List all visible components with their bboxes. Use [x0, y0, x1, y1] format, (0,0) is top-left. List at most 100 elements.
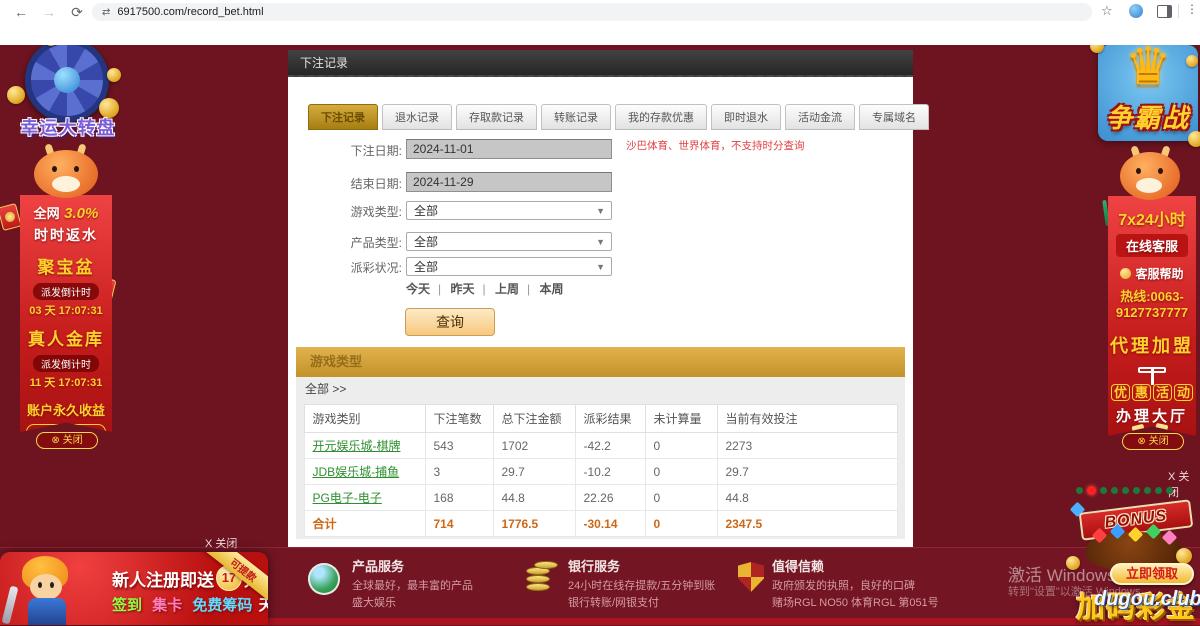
dot[interactable] [1100, 487, 1107, 494]
right-promo-banner[interactable]: 7x24小时 在线客服 客服帮助 热线:0063- 9127737777 代理加… [1108, 196, 1196, 436]
dot[interactable] [1122, 487, 1129, 494]
perk-checkin: 签到 [112, 597, 142, 614]
footer-title: 银行服务 [568, 556, 715, 575]
wheel-hub-icon [54, 67, 80, 93]
dot[interactable] [1133, 487, 1140, 494]
browser-menu-icon[interactable]: ⋮ [1186, 2, 1198, 16]
cell: 0 [645, 433, 717, 459]
game-link[interactable]: 开元娱乐城-棋牌 [313, 439, 401, 453]
tab-exclusive-domain[interactable]: 专属域名 [859, 104, 929, 130]
bet-record-panel: 下注记录 下注记录 退水记录 存取款记录 转账记录 我的存款优惠 即时退水 活动… [288, 50, 913, 547]
crown-icon: ♛ [1098, 37, 1198, 97]
toolbar-divider [1178, 4, 1179, 18]
cell: 29.7 [717, 459, 897, 485]
url-text: 6917500.com/record_bet.html [117, 6, 263, 18]
red-envelope-icon [46, 501, 86, 503]
table-row: JDB娱乐城-捕鱼 3 29.7 -10.2 0 29.7 [304, 459, 897, 485]
agent-join-label: 代理加盟 [1110, 332, 1194, 358]
tab-bet-records[interactable]: 下注记录 [308, 104, 378, 130]
extension-globe-icon[interactable] [1129, 4, 1143, 18]
table-header-row: 游戏类别 下注笔数 总下注金额 派彩结果 未计算量 当前有效投注 [304, 405, 897, 433]
claim-button[interactable]: 立即领取 [1110, 563, 1194, 585]
footer-line: 赌场RGL NO50 体育RGL 第051号 [772, 595, 939, 612]
end-date-label: 结束日期: [328, 175, 402, 192]
dot[interactable] [1111, 487, 1118, 494]
game-type-label: 游戏类型: [328, 203, 402, 220]
filter-all-link[interactable]: 全部 >> [305, 382, 346, 396]
url-bar[interactable]: ⇄ 6917500.com/record_bet.html [92, 3, 1092, 21]
red-envelope-icon [0, 203, 22, 231]
globe-icon [308, 563, 340, 595]
countdown-timer: 03 天 17:07:31 [29, 302, 102, 318]
promo-activity-label: 优惠活动 [1110, 382, 1194, 402]
site-info-icon[interactable]: ⇄ [102, 7, 110, 18]
left-promo-banner[interactable]: 全网 3.0% 时时返水 聚宝盆 派发倒计时 03 天 17:07:31 真人金… [20, 195, 112, 432]
left-banner-close-button[interactable]: ⊗ 关闭 [36, 432, 98, 449]
rebate-anytime-label: 时时返水 [34, 225, 98, 245]
col-bet-count: 下注笔数 [425, 405, 493, 433]
countdown-label: 派发倒计时 [33, 355, 99, 372]
game-link[interactable]: JDB娱乐城-捕鱼 [313, 465, 400, 479]
sports-note: 沙巴体育、世界体育，不支持时分查询 [626, 138, 805, 153]
bottom-left-close-button[interactable]: X 关闭 [205, 535, 237, 551]
dot[interactable] [1155, 487, 1162, 494]
dragon-mascot [28, 148, 106, 200]
hotline-label: 热线:0063- [1120, 286, 1184, 305]
footer-title: 产品服务 [352, 556, 473, 575]
quick-link-today[interactable]: 今天 [406, 282, 441, 296]
dot[interactable] [1144, 487, 1151, 494]
quick-link-yesterday[interactable]: 昨天 [450, 282, 485, 296]
cell: 168 [425, 485, 493, 511]
coins-icon [526, 561, 552, 595]
dot-active[interactable] [1087, 486, 1096, 495]
footer-col-products: 产品服务 全球最好，最丰富的产品 盛大娱乐 [352, 556, 473, 612]
right-banner-close-button[interactable]: ⊗ 关闭 [1122, 433, 1184, 450]
carousel-dots[interactable] [1076, 486, 1173, 495]
game-link[interactable]: PG电子-电子 [313, 491, 382, 505]
tab-transfer-records[interactable]: 转账记录 [541, 104, 611, 130]
start-date-input[interactable] [406, 139, 612, 159]
cell: -30.14 [575, 511, 645, 537]
quick-link-last-week[interactable]: 上周 [495, 282, 530, 296]
sword-icon [2, 586, 19, 625]
tab-deposit-promos[interactable]: 我的存款优惠 [615, 104, 707, 130]
footer-title: 值得信赖 [772, 556, 939, 575]
table-row: PG电子-电子 168 44.8 22.26 0 44.8 [304, 485, 897, 511]
bonus-banner[interactable]: BONUS 立即领取 加码彩金 dugou.club [1072, 496, 1200, 625]
search-button[interactable]: 查询 [405, 308, 495, 336]
dot[interactable] [1076, 487, 1083, 494]
reload-icon[interactable]: ⟳ [68, 3, 86, 21]
lucky-wheel-widget[interactable]: 幸运大转盘 [5, 38, 131, 140]
bookmark-star-icon[interactable]: ☆ [1101, 3, 1113, 19]
product-type-select[interactable]: 全部 ▼ [406, 232, 612, 251]
footer-line: 全球最好，最丰富的产品 [352, 578, 473, 595]
cell: 1702 [493, 433, 575, 459]
mascot-body [28, 598, 66, 625]
tab-activity-flow[interactable]: 活动金流 [785, 104, 855, 130]
rebate-rate: 3.0% [64, 205, 98, 222]
lucky-wheel-label: 幸运大转盘 [1, 114, 135, 140]
battle-event-label: 争霸战 [1088, 98, 1200, 135]
side-panel-icon[interactable] [1157, 5, 1172, 18]
countdown-label: 派发倒计时 [33, 283, 99, 300]
footer-col-trust: 值得信赖 政府颁发的执照，良好的口碑 赌场RGL NO50 体育RGL 第051… [772, 556, 939, 612]
quick-link-this-week[interactable]: 本周 [539, 282, 571, 296]
service-hours-label: 7x24小时 [1118, 206, 1186, 230]
browser-chrome: ← → ⟳ ⇄ 6917500.com/record_bet.html ☆ ⋮ [0, 0, 1200, 45]
dot[interactable] [1166, 487, 1173, 494]
back-icon[interactable]: ← [12, 3, 30, 21]
tab-rebate-records[interactable]: 退水记录 [382, 104, 452, 130]
payout-status-select[interactable]: 全部 ▼ [406, 257, 612, 276]
signup-promo-banner[interactable]: 新人注册即送 17 元 签到 集卡 免费筹码 天天领 可提款 [0, 552, 268, 625]
col-payout-result: 派彩结果 [575, 405, 645, 433]
cell: 29.7 [493, 459, 575, 485]
game-type-select[interactable]: 全部 ▼ [406, 201, 612, 220]
end-date-input[interactable] [406, 172, 612, 192]
tab-bar: 下注记录 退水记录 存取款记录 转账记录 我的存款优惠 即时退水 活动金流 专属… [308, 104, 929, 130]
coin-icon [1176, 548, 1192, 564]
tab-instant-rebate[interactable]: 即时退水 [711, 104, 781, 130]
perk-list: 签到 集卡 免费筹码 天天领 [112, 594, 268, 615]
forward-icon[interactable]: → [40, 3, 58, 21]
footer-line: 政府颁发的执照，良好的口碑 [772, 578, 939, 595]
tab-deposit-withdraw-records[interactable]: 存取款记录 [456, 104, 537, 130]
